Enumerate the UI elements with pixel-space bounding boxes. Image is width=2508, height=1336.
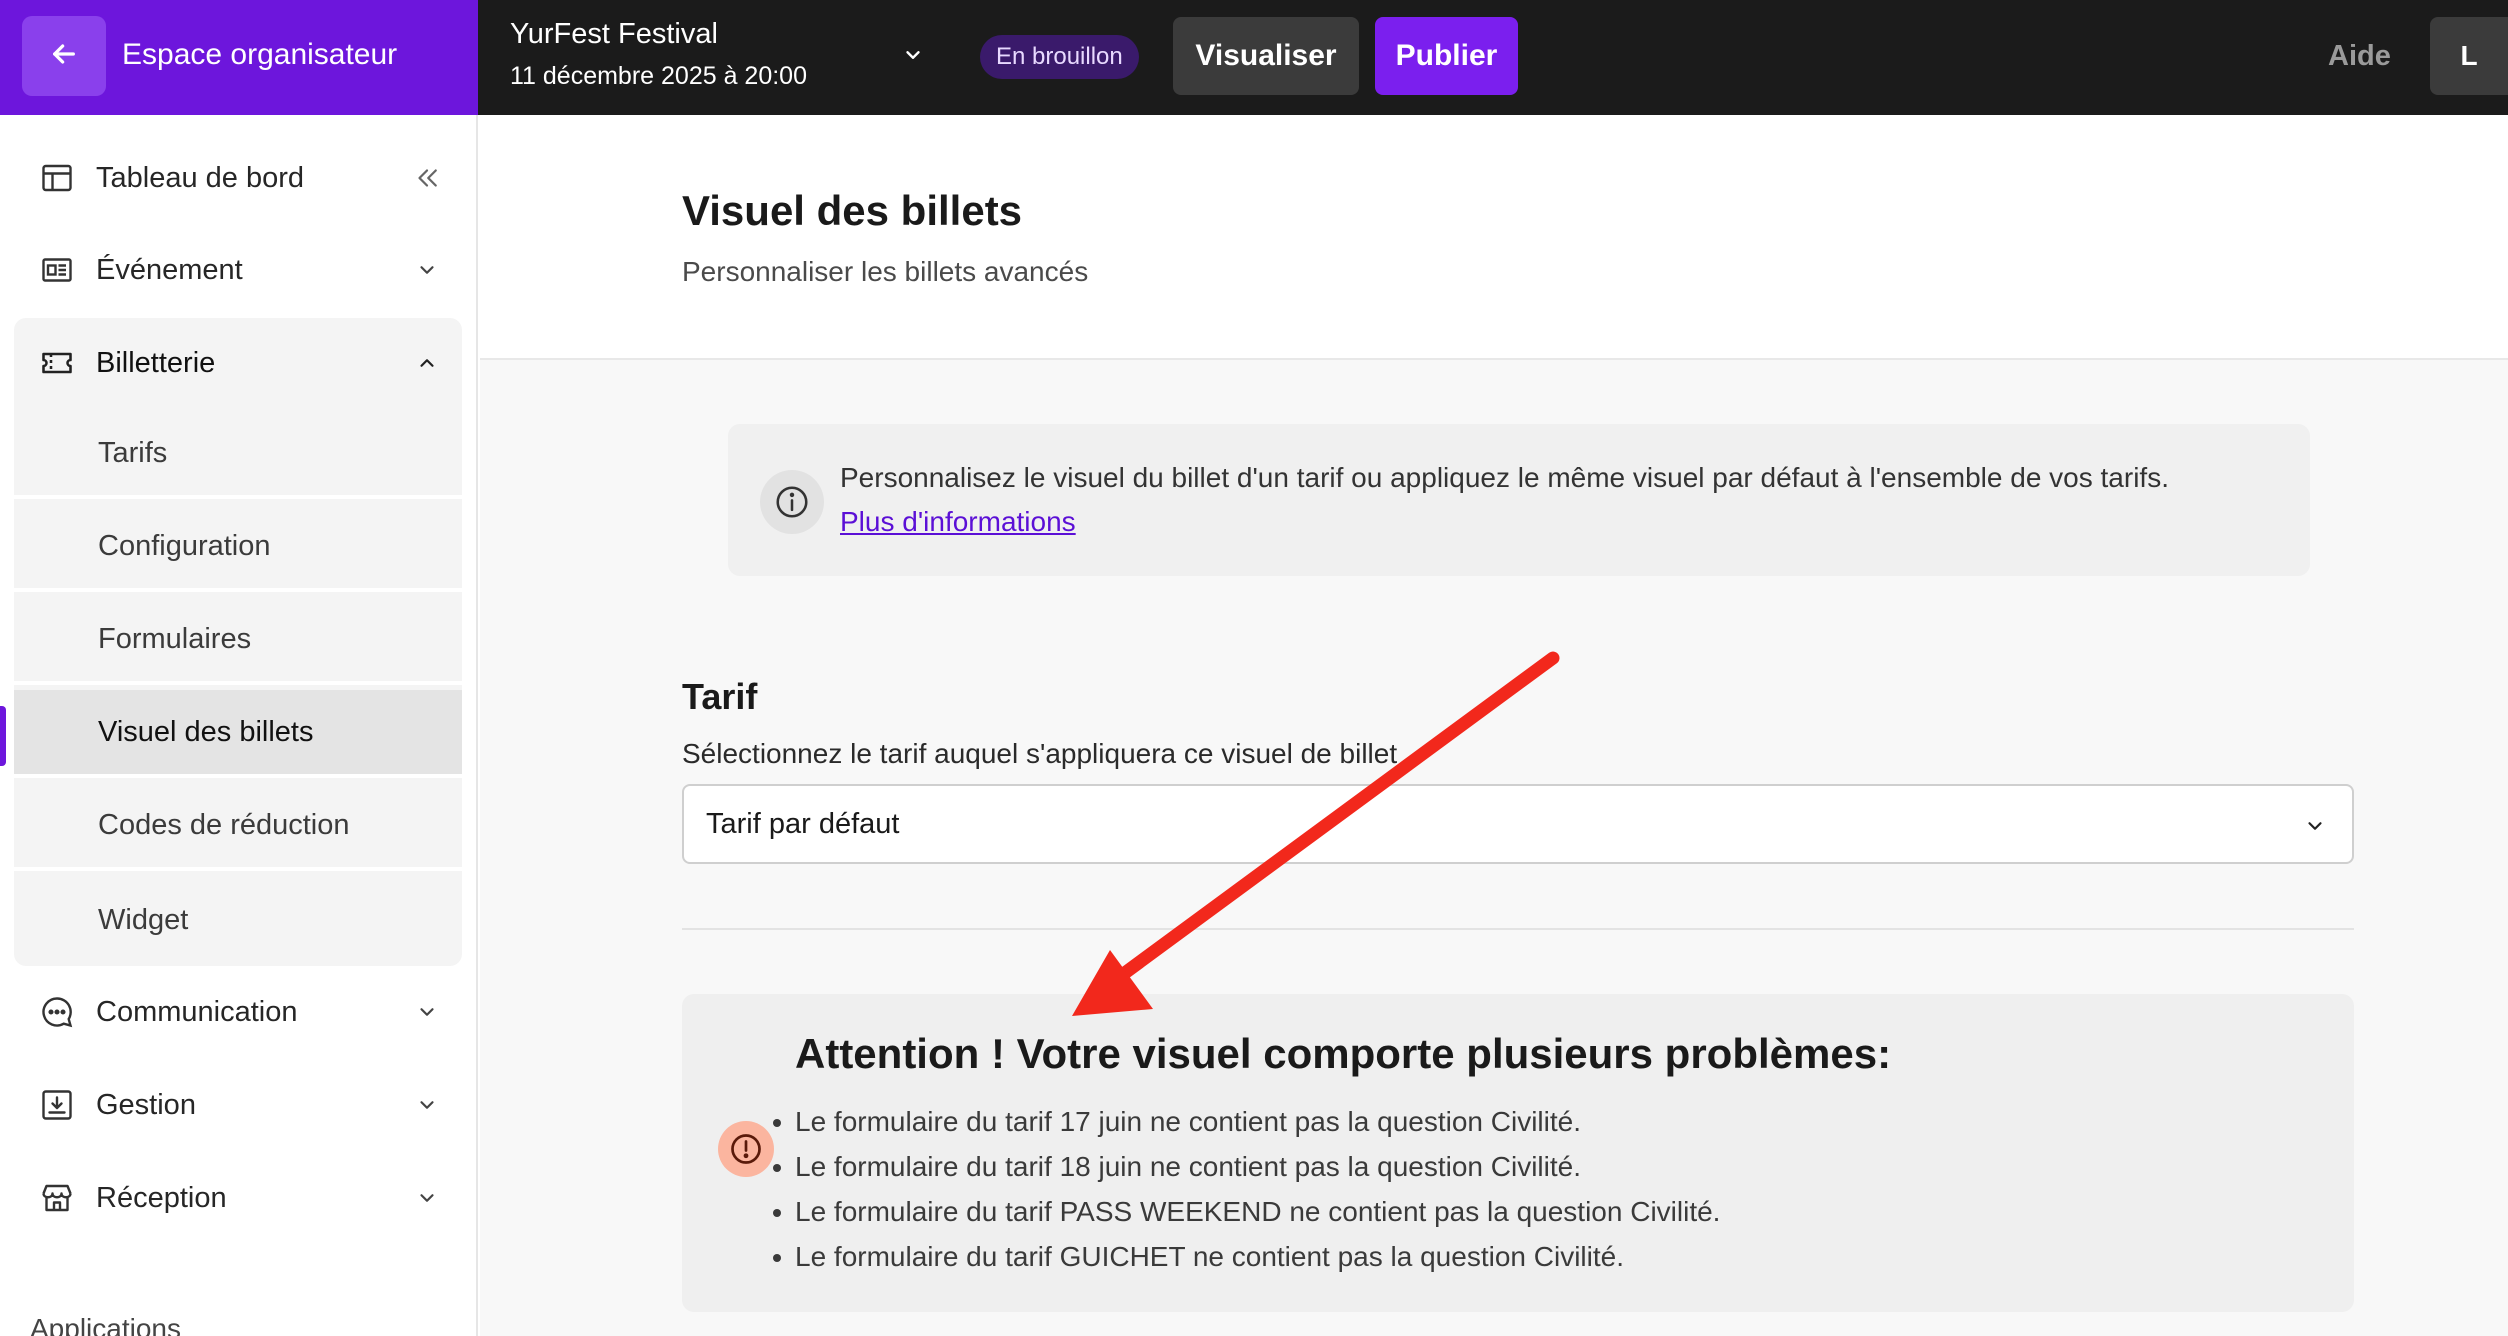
- sidebar-subitem-widget[interactable]: Widget: [14, 876, 462, 964]
- ticket-icon: [38, 344, 76, 382]
- top-bar: Espace organisateur YurFest Festival 11 …: [0, 0, 2508, 115]
- tarif-select-value: Tarif par défaut: [706, 808, 900, 840]
- info-text: Personnalisez le visuel du billet d'un t…: [840, 462, 2169, 493]
- warning-title: Attention ! Votre visuel comporte plusie…: [795, 1030, 1892, 1077]
- tarif-section-description: Sélectionnez le tarif auquel s'appliquer…: [682, 738, 1398, 769]
- event-switcher-chevron[interactable]: [898, 42, 928, 72]
- active-nav-indicator: [0, 706, 6, 766]
- page-subtitle: Personnaliser les billets avancés: [682, 256, 1089, 287]
- chevron-down-icon: [412, 997, 442, 1027]
- warning-list-item: Le formulaire du tarif GUICHET ne contie…: [772, 1237, 1720, 1282]
- chevron-down-icon: [902, 44, 924, 71]
- sidebar-subitem-formulaires[interactable]: Formulaires: [14, 597, 462, 685]
- event-name: YurFest Festival: [510, 18, 718, 50]
- sidebar-item-label: Tableau de bord: [96, 161, 304, 194]
- back-button[interactable]: [22, 16, 106, 96]
- page-title: Visuel des billets: [682, 187, 1023, 234]
- sidebar-subitem-codes-reduction[interactable]: Codes de réduction: [14, 783, 462, 871]
- sidebar-item-label: Réception: [96, 1181, 227, 1214]
- chevron-up-icon: [412, 348, 442, 378]
- sidebar-subitem-tarifs[interactable]: Tarifs: [14, 411, 462, 499]
- sidebar-item-label: Événement: [96, 253, 243, 286]
- sidebar-item-dashboard[interactable]: Tableau de bord: [14, 138, 462, 218]
- warning-list-item: Le formulaire du tarif 17 juin ne contie…: [772, 1102, 1720, 1147]
- section-divider: [682, 928, 2354, 930]
- warning-list: Le formulaire du tarif 17 juin ne contie…: [772, 1102, 1720, 1282]
- chevron-down-icon: [412, 1090, 442, 1120]
- chevron-down-icon: [412, 255, 442, 285]
- more-info-link[interactable]: Plus d'informations: [840, 506, 1076, 538]
- sidebar-item-communication[interactable]: Communication: [14, 972, 462, 1052]
- download-tray-icon: [38, 1086, 76, 1124]
- organizer-space-label[interactable]: Espace organisateur: [122, 38, 397, 72]
- sidebar-subitem-label: Tarifs: [98, 436, 168, 469]
- collapse-sidebar-icon[interactable]: [412, 163, 442, 193]
- info-banner: [728, 424, 2310, 576]
- status-badge: En brouillon: [980, 35, 1139, 79]
- sidebar-subitem-label: Widget: [98, 903, 189, 936]
- sidebar-subitem-label: Codes de réduction: [98, 808, 350, 841]
- sidebar-subitem-label: Configuration: [98, 529, 271, 562]
- warning-list-item: Le formulaire du tarif PASS WEEKEND ne c…: [772, 1192, 1720, 1237]
- store-icon: [38, 1179, 76, 1217]
- newspaper-icon: [38, 251, 76, 289]
- sidebar-item-label: Communication: [96, 995, 298, 1028]
- alert-circle-icon: [718, 1121, 774, 1177]
- user-avatar[interactable]: L: [2430, 17, 2508, 95]
- arrow-left-icon: [48, 38, 80, 75]
- sidebar-subitem-configuration[interactable]: Configuration: [14, 504, 462, 592]
- sidebar-subitem-label: Formulaires: [98, 622, 252, 655]
- sidebar-item-event[interactable]: Événement: [14, 230, 462, 310]
- applications-section-label: Applications: [30, 1313, 181, 1336]
- tarif-section-title: Tarif: [682, 676, 758, 717]
- publish-button[interactable]: Publier: [1375, 17, 1518, 95]
- warning-list-item: Le formulaire du tarif 18 juin ne contie…: [772, 1147, 1720, 1192]
- sidebar: Tableau de bord Événement Billetterie Ta…: [0, 115, 478, 1336]
- sidebar-item-management[interactable]: Gestion: [14, 1065, 462, 1145]
- preview-button[interactable]: Visualiser: [1173, 17, 1359, 95]
- sidebar-item-reception[interactable]: Réception: [14, 1158, 462, 1238]
- page-header: [480, 115, 2508, 360]
- chevron-down-icon: [2300, 811, 2330, 841]
- chat-bubble-icon: [38, 993, 76, 1031]
- sidebar-item-label: Gestion: [96, 1088, 196, 1121]
- sidebar-subitem-label: Visuel des billets: [98, 715, 314, 748]
- info-icon: [760, 470, 824, 534]
- organizer-space-block: Espace organisateur: [0, 0, 478, 115]
- layout-dashboard-icon: [38, 159, 76, 197]
- sidebar-item-ticketing[interactable]: Billetterie: [14, 323, 462, 403]
- chevron-down-icon: [412, 1183, 442, 1213]
- sidebar-subitem-visuel-billets[interactable]: Visuel des billets: [14, 690, 462, 778]
- tarif-select[interactable]: Tarif par défaut: [682, 784, 2354, 864]
- event-date: 11 décembre 2025 à 20:00: [510, 62, 807, 90]
- help-link[interactable]: Aide: [2328, 40, 2391, 73]
- sidebar-item-label: Billetterie: [96, 346, 216, 379]
